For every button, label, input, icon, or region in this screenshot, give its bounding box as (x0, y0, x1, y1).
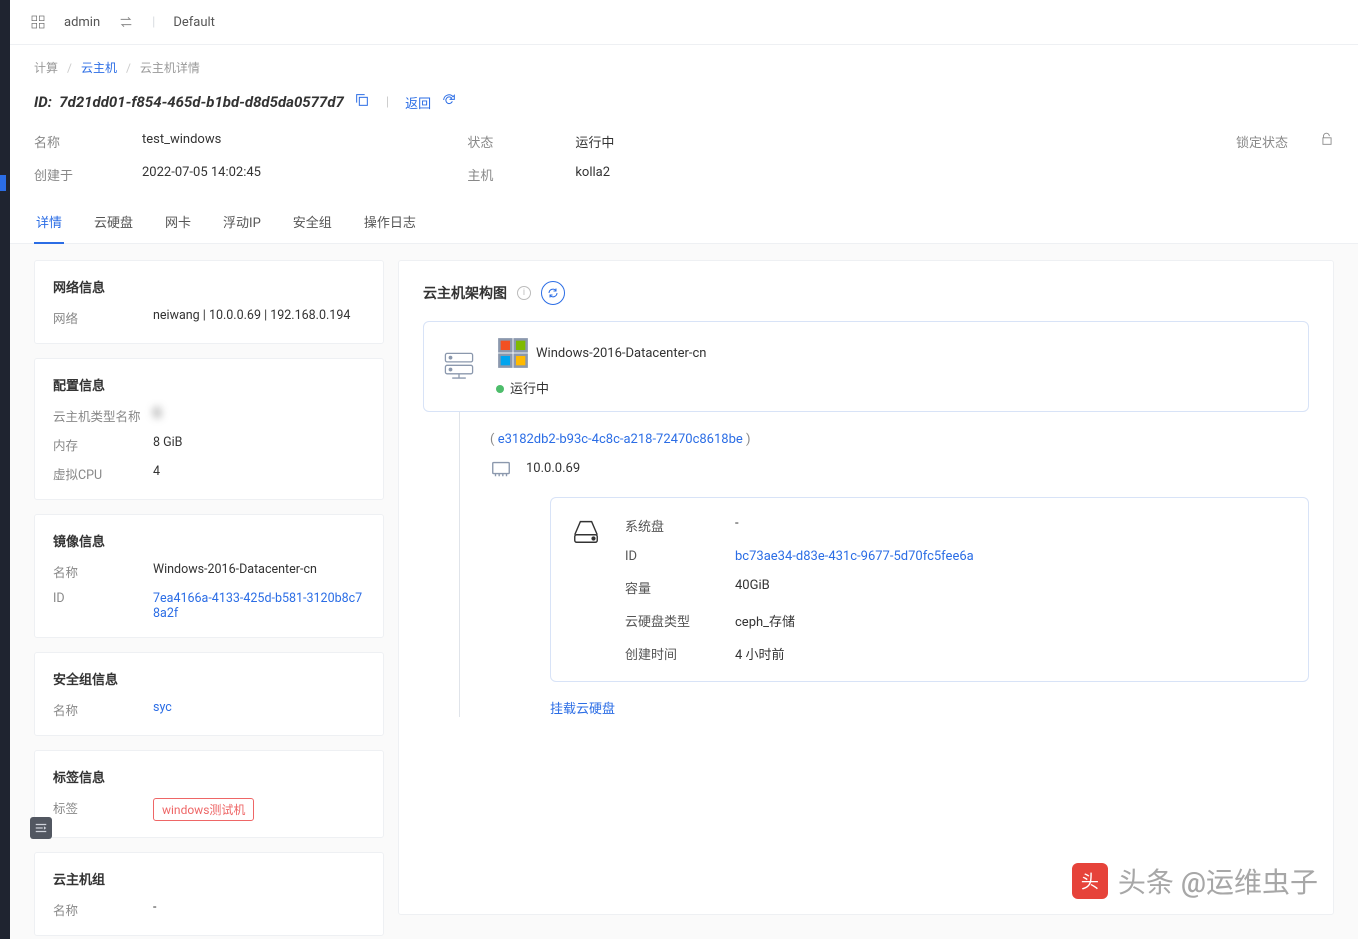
port-id-link[interactable]: e3182db2-b93c-4c8c-a218-72470c8618be (498, 432, 743, 447)
refresh-arch-button[interactable] (541, 281, 565, 305)
network-card-title: 网络信息 (53, 277, 365, 296)
image-card-title: 镜像信息 (53, 531, 365, 550)
separator: | (152, 15, 155, 30)
swap-icon[interactable] (118, 14, 134, 30)
left-column: 网络信息 网络neiwang | 10.0.0.69 | 192.168.0.1… (34, 260, 384, 915)
copy-button[interactable] (354, 92, 370, 112)
windows-icon (496, 336, 530, 370)
name-label: 名称 (34, 132, 94, 151)
tab-log[interactable]: 操作日志 (362, 204, 418, 243)
lock-icon (1320, 132, 1334, 151)
attach-volume-link[interactable]: 挂载云硬盘 (550, 702, 615, 717)
breadcrumb-l1[interactable]: 计算 (34, 61, 58, 75)
collapse-icon (34, 821, 48, 835)
tab-nic[interactable]: 网卡 (163, 204, 193, 243)
main-content: admin | Default 计算 / 云主机 / 云主机详情 ID: 7d2… (10, 0, 1358, 939)
collapse-sidebar-button[interactable] (30, 817, 52, 839)
tag-card-title: 标签信息 (53, 767, 365, 786)
body: 网络信息 网络neiwang | 10.0.0.69 | 192.168.0.1… (10, 244, 1358, 939)
tag-chip[interactable]: windows测试机 (153, 798, 254, 821)
refresh-icon (547, 287, 559, 299)
disk-node[interactable]: 系统盘- IDbc73ae34-d83e-431c-9677-5d70fc5fe… (550, 497, 1309, 682)
sidebar-active-indicator (0, 175, 6, 191)
created-value: 2022-07-05 14:02:45 (142, 165, 261, 184)
breadcrumb-l3: 云主机详情 (140, 61, 200, 75)
topbar: admin | Default (10, 0, 1358, 45)
breadcrumb-l2[interactable]: 云主机 (81, 61, 117, 75)
summary-grid: 名称 test_windows 状态 运行中 锁定状态 创建于 2022-07-05 … (10, 132, 1358, 190)
disk-id-link[interactable]: bc73ae34-d83e-431c-9677-5d70fc5fee6a (735, 549, 974, 564)
refresh-button[interactable] (441, 92, 457, 112)
network-value: neiwang | 10.0.0.69 | 192.168.0.194 (153, 308, 350, 327)
grp-value: - (153, 900, 156, 919)
ip-value: 10.0.0.69 (526, 461, 580, 476)
breadcrumb: 计算 / 云主机 / 云主机详情 (10, 45, 1358, 76)
flavor-value: G (153, 406, 162, 425)
host-value: kolla2 (575, 165, 610, 184)
id-row: ID: 7d21dd01-f854-465d-b1bd-d8d5da0577d7… (10, 76, 1358, 132)
vm-status: 运行中 (510, 382, 549, 397)
lock-label: 锁定状态 (1236, 132, 1296, 151)
sidebar (0, 0, 10, 939)
image-name-value: Windows-2016-Datacenter-cn (153, 562, 317, 581)
disk-icon (571, 516, 601, 546)
server-group-card: 云主机组 名称- (34, 852, 384, 936)
tab-volume[interactable]: 云硬盘 (92, 204, 135, 243)
server-icon (442, 350, 476, 384)
created-label: 创建于 (34, 165, 94, 184)
image-id-link[interactable]: 7ea4166a-4133-425d-b581-3120b8c78a2f (153, 591, 365, 621)
image-card: 镜像信息 名称Windows-2016-Datacenter-cn ID7ea4… (34, 514, 384, 638)
sg-card-title: 安全组信息 (53, 669, 365, 688)
project-name[interactable]: Default (173, 15, 215, 30)
tabs: 详情 云硬盘 网卡 浮动IP 安全组 操作日志 (10, 190, 1358, 244)
grid-icon[interactable] (30, 14, 46, 30)
nic-icon (490, 457, 512, 479)
tab-floating-ip[interactable]: 浮动IP (221, 204, 263, 243)
info-icon[interactable]: i (517, 286, 531, 300)
memory-value: 8 GiB (153, 435, 182, 454)
host-label: 主机 (467, 165, 527, 184)
tag-card: 标签信息 标签windows测试机 (34, 750, 384, 838)
vm-node[interactable]: Windows-2016-Datacenter-cn 运行中 (423, 321, 1309, 412)
name-value: test_windows (142, 132, 221, 151)
status-label: 状态 (467, 132, 527, 151)
sg-name-link[interactable]: syc (153, 700, 172, 719)
network-card: 网络信息 网络neiwang | 10.0.0.69 | 192.168.0.1… (34, 260, 384, 344)
status-value: 运行中 (575, 132, 614, 151)
vm-name: Windows-2016-Datacenter-cn (536, 346, 706, 361)
tab-security-group[interactable]: 安全组 (291, 204, 334, 243)
security-group-card: 安全组信息 名称syc (34, 652, 384, 736)
copy-icon (354, 92, 370, 108)
config-card-title: 配置信息 (53, 375, 365, 394)
back-link[interactable]: 返回 (405, 93, 431, 112)
config-card: 配置信息 云主机类型名称G 内存8 GiB 虚拟CPU4 (34, 358, 384, 500)
status-dot (496, 385, 504, 393)
refresh-icon (441, 92, 457, 108)
user-name[interactable]: admin (64, 15, 100, 30)
vcpu-value: 4 (153, 464, 160, 483)
arch-title: 云主机架构图 (423, 283, 507, 303)
grp-card-title: 云主机组 (53, 869, 365, 888)
id-label: ID: 7d21dd01-f854-465d-b1bd-d8d5da0577d7 (34, 93, 344, 111)
tab-detail[interactable]: 详情 (34, 204, 64, 243)
architecture-card: 云主机架构图 i Windows-2016-Datacenter-cn 运行中 (398, 260, 1334, 915)
